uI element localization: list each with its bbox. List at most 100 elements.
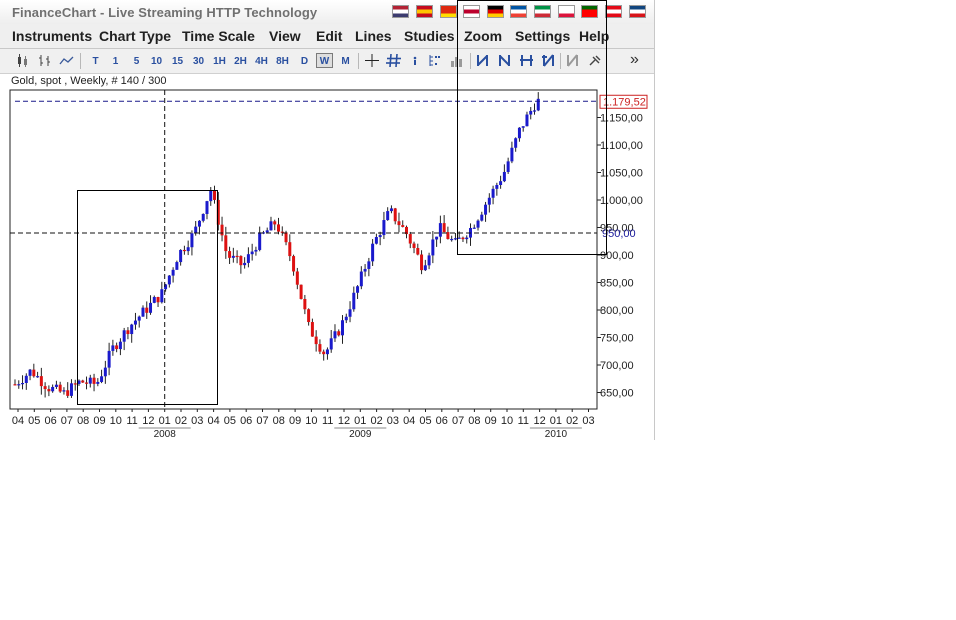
timeframe-1-button[interactable]: 1 [107, 53, 124, 68]
candle-body [337, 331, 341, 336]
scale-icon[interactable] [426, 53, 444, 68]
menu-time-scale[interactable]: Time Scale [182, 28, 255, 44]
candle-body [24, 375, 28, 383]
crosshair-icon[interactable] [363, 53, 381, 68]
it-flag-icon[interactable] [534, 5, 551, 18]
candle-body [487, 197, 491, 205]
timeframe-10-button[interactable]: 10 [148, 53, 165, 68]
candle-body [532, 110, 536, 112]
candle-body [100, 376, 104, 382]
y-tick-label: 1.050,00 [600, 168, 643, 180]
timeframe-15-button[interactable]: 15 [169, 53, 186, 68]
menu-edit[interactable]: Edit [316, 28, 342, 44]
timeframe-5-button[interactable]: 5 [128, 53, 145, 68]
draw-tool-1-icon[interactable] [474, 53, 492, 68]
x-tick-label: 10 [110, 415, 122, 427]
candle-body [386, 211, 390, 221]
menu-view[interactable]: View [269, 28, 301, 44]
candle-body [288, 242, 292, 257]
candle-body [269, 221, 273, 231]
timeframe-t-button[interactable]: T [87, 53, 104, 68]
menu-lines[interactable]: Lines [355, 28, 392, 44]
candle-body [115, 345, 119, 350]
candle-body [39, 376, 43, 387]
candle-body [333, 331, 337, 339]
candle-body [88, 377, 92, 384]
timeframe-1h-button[interactable]: 1H [211, 53, 228, 68]
candle-body [371, 243, 375, 262]
line-chart-icon[interactable] [58, 53, 76, 68]
x-tick-label: 05 [419, 415, 431, 427]
timeframe-m-button[interactable]: M [337, 53, 354, 68]
candle-body [453, 238, 457, 240]
de-flag-icon[interactable] [487, 5, 504, 18]
tr-flag-icon[interactable] [605, 5, 622, 18]
menu-chart-type[interactable]: Chart Type [99, 28, 171, 44]
x-tick-label: 11 [322, 415, 333, 427]
candle-body [378, 235, 382, 238]
candle-body [341, 320, 345, 336]
menu-settings[interactable]: Settings [515, 28, 570, 44]
candle-body [216, 199, 220, 225]
timeframe-30-button[interactable]: 30 [190, 53, 207, 68]
more-tools-button[interactable]: » [630, 51, 639, 69]
candlestick-chart-icon[interactable] [14, 53, 32, 68]
candle-body [314, 336, 318, 345]
x-tick-label: 10 [305, 415, 317, 427]
timeframe-d-button[interactable]: D [296, 53, 313, 68]
candle-body [465, 237, 469, 240]
info-icon[interactable] [407, 53, 423, 68]
candle-body [420, 254, 424, 271]
candle-body [246, 254, 250, 263]
draw-tool-3-icon[interactable] [518, 53, 536, 68]
cz-flag-icon[interactable] [629, 5, 646, 18]
disabled-tool-icon[interactable] [564, 53, 582, 68]
draw-tool-4-icon[interactable] [540, 53, 558, 68]
menu-studies[interactable]: Studies [404, 28, 455, 44]
candle-body [367, 261, 371, 269]
candle-body [374, 237, 378, 244]
menu-help[interactable]: Help [579, 28, 609, 44]
title-bar: FinanceChart - Live Streaming HTTP Techn… [0, 0, 654, 25]
candle-body [310, 322, 314, 337]
candle-body [352, 292, 356, 310]
jp-flag-icon[interactable] [463, 5, 480, 18]
us-flag-icon[interactable] [392, 5, 409, 18]
candle-body [145, 307, 149, 313]
candle-body [502, 171, 506, 182]
candle-body [43, 386, 47, 390]
timeframe-2h-button[interactable]: 2H [232, 53, 249, 68]
candle-body [254, 249, 258, 252]
es-flag-icon[interactable] [416, 5, 433, 18]
pl-flag-icon[interactable] [558, 5, 575, 18]
candle-body [54, 384, 58, 387]
bar-chart-icon[interactable] [36, 53, 54, 68]
price-chart[interactable]: 650,00 700,00 750,00 800,00 850,00 900,00 950,… [0, 88, 654, 440]
y-tick-label: 800,00 [600, 305, 634, 317]
candle-body [160, 289, 164, 303]
pin-icon[interactable] [586, 53, 604, 68]
menu-instruments[interactable]: Instruments [12, 28, 92, 44]
x-tick-label: 01 [159, 415, 171, 427]
fr-flag-icon[interactable] [510, 5, 527, 18]
pt-flag-icon[interactable] [581, 5, 598, 18]
candle-body [431, 239, 435, 256]
timeframe-8h-button[interactable]: 8H [274, 53, 291, 68]
y-tick-label: 750,00 [600, 333, 634, 345]
timeframe-w-button[interactable]: W [316, 53, 333, 68]
timeframe-4h-button[interactable]: 4H [253, 53, 270, 68]
candle-body [73, 383, 77, 385]
draw-tool-2-icon[interactable] [496, 53, 514, 68]
menu-zoom[interactable]: Zoom [464, 28, 502, 44]
candle-body [412, 243, 416, 249]
candle-body [149, 302, 153, 313]
toolbar-separator [358, 53, 359, 69]
grid-icon[interactable] [385, 53, 403, 68]
cn-flag-icon[interactable] [440, 5, 457, 18]
candle-body [239, 255, 243, 266]
volume-icon[interactable] [448, 53, 466, 68]
candle-body [450, 238, 454, 241]
x-tick-label: 11 [518, 415, 529, 427]
candle-body [438, 223, 442, 237]
candle-body [228, 251, 232, 258]
